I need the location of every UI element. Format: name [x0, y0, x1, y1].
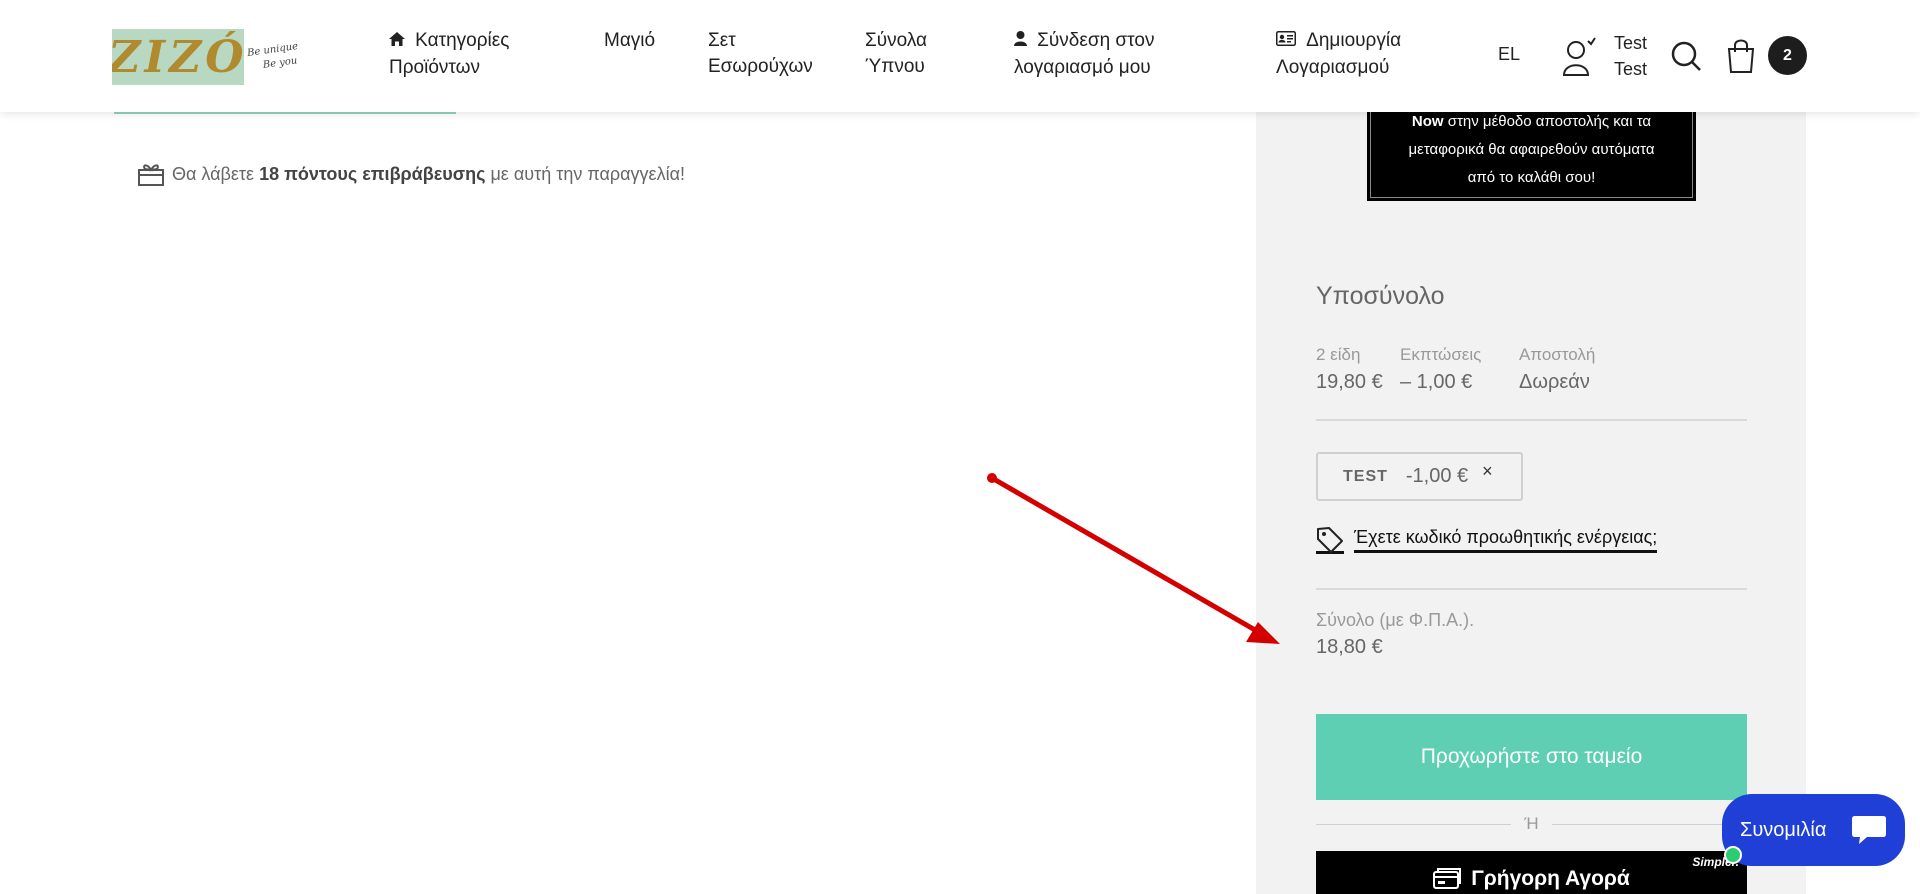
promo-code-link[interactable]: Έχετε κωδικό προωθητικής ενέργειας; — [1316, 526, 1658, 554]
site-header: ZIZÓ Be unique Be you Κατηγορίες Προϊόντ… — [0, 0, 1920, 112]
logo-tagline: Be unique Be you — [240, 28, 312, 86]
nav-item-swimwear[interactable]: Μαγιό — [604, 28, 655, 54]
total-value: 18,80 € — [1316, 636, 1383, 658]
total-label: Σύνολο (με Φ.Π.Α.). — [1316, 610, 1475, 630]
chat-label: Συνομιλία — [1740, 818, 1827, 841]
nav-item-categories[interactable]: Κατηγορίες Προϊόντων — [389, 28, 509, 81]
summary-divider — [1316, 419, 1747, 421]
nav-label-line-2: Ύπνου — [865, 56, 925, 77]
nav-item-login[interactable]: Σύνδεση στον λογαριασμό μου — [1014, 28, 1154, 81]
or-separator: Ή — [1316, 814, 1747, 834]
gift-icon — [138, 162, 164, 186]
discount-summary: Εκπτώσεις – 1,00 € — [1400, 342, 1481, 396]
account-first-name: Test — [1614, 33, 1648, 53]
promo-line-bold: Now — [1411, 113, 1444, 130]
promo-line: μεταφορικά θα αφαιρεθούν αυτόματα — [1379, 136, 1684, 164]
account-icon[interactable] — [1562, 36, 1596, 76]
promo-line-text: μεταφορικά θα αφαιρεθούν αυτόματα — [1408, 141, 1655, 158]
nav-label-line-1: Μαγιό — [604, 30, 656, 51]
nav-label-line-1: Σετ — [708, 30, 736, 51]
reward-points: 18 πόντους επιβράβευσης — [259, 163, 486, 184]
card-icon — [1433, 867, 1462, 894]
search-icon[interactable] — [1670, 40, 1702, 72]
online-status-dot — [1724, 846, 1742, 864]
language-switcher[interactable]: EL — [1498, 44, 1520, 65]
remove-coupon-button[interactable]: × — [1482, 461, 1493, 482]
nav-label-line-1: Σύνδεση στον — [1037, 30, 1155, 51]
reward-points-notice: Θα λάβετε 18 πόντους επιβράβευσης με αυτ… — [138, 162, 685, 186]
fast-buy-label: Γρήγορη Αγορά — [1471, 867, 1630, 890]
items-summary: 2 είδη 19,80 € — [1316, 342, 1383, 396]
nav-label-line-1: Σύνολα — [865, 30, 928, 51]
logo-wordmark: ZIZÓ — [112, 29, 244, 85]
shopping-bag-icon[interactable] — [1726, 38, 1756, 74]
home-icon — [389, 32, 409, 50]
account-last-name: Test — [1614, 59, 1648, 79]
discount-label: Εκπτώσεις — [1400, 345, 1482, 364]
subtotal-title: Υποσύνολο — [1316, 282, 1445, 310]
nav-item-sleepwear[interactable]: Σύνολα Ύπνου — [865, 28, 927, 80]
promo-line-text: στην μέθοδο αποστολής και τα — [1443, 113, 1652, 130]
shipping-summary: Αποστολή Δωρεάν — [1519, 342, 1595, 396]
promo-line-text: από το καλάθι σου! — [1467, 169, 1596, 186]
account-name[interactable]: Test Test — [1614, 30, 1647, 82]
shipping-value: Δωρεάν — [1519, 371, 1590, 393]
items-subtotal-value: 19,80 € — [1316, 371, 1383, 393]
reward-prefix: Θα λάβετε — [172, 163, 260, 184]
tag-icon — [1316, 526, 1344, 554]
nav-item-register[interactable]: Δημιουργία Λογαριασμού — [1276, 28, 1401, 81]
shipping-label: Αποστολή — [1519, 345, 1596, 364]
applied-coupon-chip: TEST -1,00 € × — [1316, 452, 1523, 501]
site-logo[interactable]: ZIZÓ Be unique Be you — [112, 28, 312, 86]
nav-item-lingerie-sets[interactable]: Σετ Εσωρούχων — [708, 28, 813, 80]
promo-line: Now στην μέθοδο αποστολής και τα — [1379, 108, 1684, 136]
chat-widget-button[interactable]: Συνομιλία — [1722, 794, 1905, 866]
items-count-label: 2 είδη — [1316, 345, 1361, 364]
checkout-button[interactable]: Προχωρήστε στο ταμείο — [1316, 714, 1747, 800]
nav-label-line-2: λογαριασμό μου — [1014, 57, 1151, 78]
nav-label-line-2: Προϊόντων — [389, 57, 480, 78]
promo-line: από το καλάθι σου! — [1379, 164, 1684, 192]
fast-buy-button[interactable]: Γρήγορη Αγορά Simpler. — [1316, 851, 1747, 894]
cart-count-badge[interactable]: 2 — [1768, 36, 1807, 75]
discount-value: – 1,00 € — [1400, 371, 1473, 393]
or-label: Ή — [1524, 814, 1539, 833]
chat-bubble-icon — [1841, 802, 1897, 858]
promo-code-link-label: Έχετε κωδικό προωθητικής ενέργειας; — [1354, 527, 1658, 553]
nav-label-line-2: Εσωρούχων — [708, 56, 813, 77]
nav-label-line-1: Δημιουργία — [1306, 30, 1402, 51]
nav-label-line-2: Λογαριασμού — [1276, 57, 1390, 78]
reward-suffix: με αυτή την παραγγελία! — [485, 163, 685, 184]
user-icon — [1014, 31, 1031, 50]
id-card-icon — [1276, 31, 1300, 50]
nav-label-line-1: Κατηγορίες — [415, 30, 510, 51]
summary-divider — [1316, 588, 1747, 590]
coupon-amount: -1,00 € — [1405, 465, 1469, 487]
coupon-code: TEST — [1343, 467, 1388, 485]
annotation-arrow — [987, 473, 1280, 644]
